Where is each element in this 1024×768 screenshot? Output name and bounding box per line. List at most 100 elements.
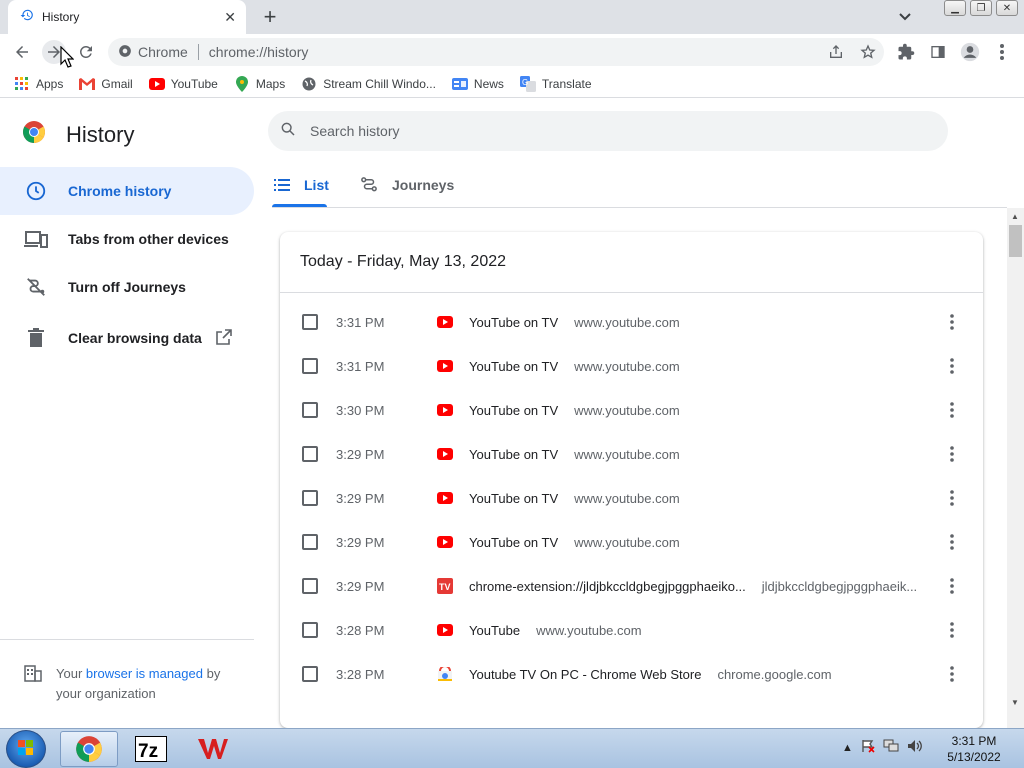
- close-window-button[interactable]: ✕: [996, 0, 1018, 16]
- taskbar-wps[interactable]: [184, 731, 242, 767]
- entry-more-actions-icon[interactable]: [944, 400, 960, 420]
- scroll-up-arrow-icon[interactable]: ▲: [1011, 212, 1019, 221]
- side-panel-icon[interactable]: [926, 40, 950, 64]
- new-tab-button[interactable]: +: [258, 4, 282, 29]
- entry-checkbox[interactable]: [302, 446, 318, 462]
- entry-title-link[interactable]: YouTube on TV www.youtube.com: [469, 359, 680, 374]
- entry-checkbox[interactable]: [302, 578, 318, 594]
- bookmark-gmail[interactable]: Gmail: [79, 76, 133, 92]
- sidebar-item-clear-browsing-data[interactable]: Clear browsing data: [0, 314, 254, 362]
- extensions-puzzle-icon[interactable]: [894, 40, 918, 64]
- chrome-site-icon: [118, 44, 132, 61]
- history-entry-row[interactable]: 3:29 PM TV chrome-extension://jldjbkccldgb…: [280, 564, 983, 608]
- history-search-box[interactable]: [268, 111, 948, 151]
- profile-avatar[interactable]: [958, 40, 982, 64]
- date-header: Today - Friday, May 13, 2022: [280, 232, 983, 293]
- bookmark-apps[interactable]: Apps: [14, 76, 63, 92]
- entry-more-actions-icon[interactable]: [944, 356, 960, 376]
- minimize-button[interactable]: ▁: [944, 0, 966, 16]
- entry-title: YouTube on TV: [469, 402, 559, 418]
- history-entry-row[interactable]: 3:29 PM YouTube on TV www.youtube.com: [280, 432, 983, 476]
- back-button[interactable]: [10, 40, 34, 64]
- entry-checkbox[interactable]: [302, 314, 318, 330]
- history-entry-row[interactable]: 3:30 PM YouTube on TV www.youtube.com: [280, 388, 983, 432]
- bookmark-news[interactable]: News: [451, 76, 504, 92]
- taskbar-clock[interactable]: 3:31 PM 5/13/2022: [930, 733, 1018, 765]
- action-center-flag-icon[interactable]: [861, 739, 875, 756]
- entry-checkbox[interactable]: [302, 622, 318, 638]
- page-scrollbar[interactable]: ▲ ▼: [1007, 208, 1024, 728]
- entry-checkbox[interactable]: [302, 666, 318, 682]
- tab-title: History: [42, 10, 80, 24]
- journeys-icon: [360, 176, 378, 194]
- entry-checkbox[interactable]: [302, 490, 318, 506]
- volume-icon[interactable]: [907, 739, 923, 756]
- youtube-icon: [148, 76, 165, 92]
- entry-title-link[interactable]: chrome-extension://jldjbkccldgbegjpggpha…: [469, 579, 917, 594]
- sidebar-item-turn-off-journeys[interactable]: Turn off Journeys: [0, 263, 254, 311]
- entry-more-actions-icon[interactable]: [944, 488, 960, 508]
- restore-button[interactable]: ❐: [970, 0, 992, 16]
- reload-button[interactable]: [74, 40, 98, 64]
- sidebar-item-chrome-history[interactable]: Chrome history: [0, 167, 254, 215]
- entry-title: YouTube on TV: [469, 534, 559, 550]
- bookmark-stream-chill[interactable]: Stream Chill Windo...: [301, 76, 436, 92]
- menu-kebab-icon[interactable]: [990, 40, 1014, 64]
- share-icon[interactable]: [824, 40, 848, 64]
- entry-more-actions-icon[interactable]: [944, 444, 960, 464]
- scroll-down-arrow-icon[interactable]: ▼: [1011, 698, 1019, 707]
- entry-more-actions-icon[interactable]: [944, 620, 960, 640]
- svg-text:7z: 7z: [138, 741, 158, 762]
- tab-close-icon[interactable]: ✕: [224, 9, 236, 26]
- entry-title-link[interactable]: YouTube on TV www.youtube.com: [469, 535, 680, 550]
- taskbar-7zip[interactable]: 7z: [122, 731, 180, 767]
- entry-more-actions-icon[interactable]: [944, 532, 960, 552]
- scrollbar-thumb[interactable]: [1009, 225, 1022, 257]
- tray-expand-icon[interactable]: ▲: [842, 742, 853, 754]
- clock-icon: [24, 179, 48, 203]
- bookmark-star-icon[interactable]: [856, 40, 880, 64]
- bookmark-maps[interactable]: Maps: [234, 75, 285, 92]
- entry-title-link[interactable]: YouTube on TV www.youtube.com: [469, 315, 680, 330]
- history-entry-row[interactable]: 3:28 PM Youtube TV On PC - Chrome Web Sto…: [280, 652, 983, 696]
- bookmark-youtube[interactable]: YouTube: [148, 76, 218, 92]
- entry-domain: www.youtube.com: [536, 622, 642, 638]
- history-entry-row[interactable]: 3:31 PM YouTube on TV www.youtube.com: [280, 300, 983, 344]
- entry-title-link[interactable]: YouTube www.youtube.com: [469, 623, 642, 638]
- entry-checkbox[interactable]: [302, 534, 318, 550]
- entry-title-link[interactable]: YouTube on TV www.youtube.com: [469, 403, 680, 418]
- entry-more-actions-icon[interactable]: [944, 664, 960, 684]
- history-sidebar: History Chrome history Tabs from other d…: [0, 98, 256, 728]
- browser-tab-history[interactable]: History ✕: [8, 0, 246, 34]
- browser-toolbar: Chrome chrome://history: [0, 34, 1024, 70]
- youtube-favicon-icon: [437, 534, 453, 550]
- managed-link[interactable]: browser is managed: [86, 666, 203, 681]
- bookmark-label: YouTube: [170, 76, 218, 91]
- entry-checkbox[interactable]: [302, 402, 318, 418]
- entry-checkbox[interactable]: [302, 358, 318, 374]
- tab-search-chevron-icon[interactable]: [894, 6, 916, 28]
- youtube-favicon-icon: [437, 402, 453, 418]
- start-button[interactable]: [6, 730, 46, 768]
- network-icon[interactable]: [883, 739, 899, 756]
- entry-title-link[interactable]: YouTube on TV www.youtube.com: [469, 491, 680, 506]
- history-entry-row[interactable]: 3:29 PM YouTube on TV www.youtube.com: [280, 476, 983, 520]
- windows-taskbar: 7z ▲ 3:31 PM 5/13/2022: [0, 728, 1024, 768]
- history-entry-row[interactable]: 3:29 PM YouTube on TV www.youtube.com: [280, 520, 983, 564]
- tab-journeys[interactable]: Journeys: [360, 162, 454, 207]
- entry-title-link[interactable]: Youtube TV On PC - Chrome Web Store chrom…: [469, 667, 832, 682]
- entry-more-actions-icon[interactable]: [944, 576, 960, 596]
- history-entry-row[interactable]: 3:31 PM YouTube on TV www.youtube.com: [280, 344, 983, 388]
- entry-more-actions-icon[interactable]: [944, 312, 960, 332]
- search-input[interactable]: [310, 123, 910, 139]
- entry-time: 3:28 PM: [336, 622, 385, 638]
- sidebar-item-tabs-other-devices[interactable]: Tabs from other devices: [0, 215, 254, 263]
- tab-list[interactable]: List: [272, 162, 329, 207]
- taskbar-chrome[interactable]: [60, 731, 118, 767]
- address-bar[interactable]: Chrome chrome://history: [108, 38, 884, 66]
- history-entry-row[interactable]: 3:28 PM YouTube www.youtube.com: [280, 608, 983, 652]
- globe-icon: [301, 76, 317, 92]
- entry-title-link[interactable]: YouTube on TV www.youtube.com: [469, 447, 680, 462]
- 7zip-icon: 7z: [135, 736, 167, 762]
- bookmark-translate[interactable]: G Translate: [519, 75, 592, 92]
